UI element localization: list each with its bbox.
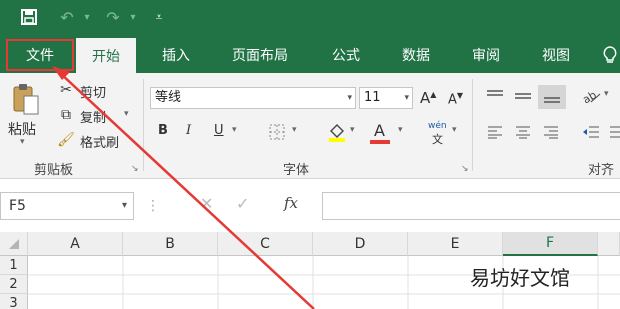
tab-page-layout[interactable]: 页面布局 (218, 37, 302, 73)
font-name-select[interactable]: 等线 ▾ (150, 87, 356, 109)
fill-color-dropdown-icon[interactable]: ▾ (350, 125, 355, 135)
fill-color-icon[interactable] (326, 121, 348, 143)
group-separator (143, 79, 144, 171)
tab-data[interactable]: 数据 (386, 37, 446, 73)
underline-button[interactable]: U (214, 123, 224, 138)
tab-formulas[interactable]: 公式 (316, 37, 376, 73)
bold-button[interactable]: B (158, 123, 168, 138)
increase-font-size-label: A (420, 89, 431, 107)
column-header-overflow[interactable] (598, 232, 620, 256)
decrease-font-size-label: A (448, 92, 457, 108)
font-size-dropdown-icon: ▾ (404, 93, 409, 103)
paste-dropdown-icon[interactable]: ▾ (20, 137, 25, 147)
alignment-group-label: 对齐 (588, 163, 615, 178)
name-box[interactable]: F5 ▾ (0, 192, 134, 220)
clipboard-group-label: 剪贴板 (34, 163, 74, 178)
tab-view[interactable]: 视图 (526, 37, 586, 73)
phonetic-guide-top[interactable]: wén (428, 121, 447, 131)
title-bar: ↶ ▾ ↷ ▾ ⩡ (0, 0, 620, 37)
italic-button[interactable]: I (186, 123, 191, 138)
name-box-dropdown-icon: ▾ (121, 200, 127, 211)
redo-dropdown-icon[interactable]: ▾ (126, 4, 140, 30)
decrease-indent-icon[interactable] (580, 123, 602, 141)
increase-indent-icon[interactable] (604, 123, 620, 141)
format-painter-button-label[interactable]: 格式刷 (80, 132, 119, 151)
borders-icon[interactable] (268, 123, 286, 141)
insert-function-button[interactable]: fx (284, 194, 298, 212)
paste-button-label[interactable]: 粘贴 (8, 119, 36, 139)
formula-bar-resize-handle[interactable]: ⋮ (146, 198, 160, 214)
row-header-3[interactable]: 3 (0, 294, 28, 309)
undo-dropdown-icon[interactable]: ▾ (80, 4, 94, 30)
customize-quick-access-icon[interactable]: ⩡ (150, 4, 168, 30)
redo-icon[interactable]: ↷ (100, 4, 126, 30)
decrease-font-caret-icon: ▼ (456, 91, 464, 100)
ribbon-tabs: 文件 开始 插入 页面布局 公式 数据 审阅 视图 (0, 37, 620, 73)
paste-icon[interactable] (8, 81, 44, 119)
font-name-dropdown-icon: ▾ (347, 93, 352, 103)
align-left-icon[interactable] (484, 123, 506, 141)
format-painter-icon[interactable]: 🖌 (56, 131, 76, 149)
font-size-value: 11 (364, 90, 381, 105)
font-color-button[interactable]: A (374, 121, 385, 140)
font-color-dropdown-icon[interactable]: ▾ (398, 125, 403, 135)
column-header-b[interactable]: B (123, 232, 218, 256)
font-color-swatch (370, 140, 390, 144)
cut-icon[interactable]: ✂ (56, 81, 76, 99)
formula-bar: F5 ▾ ⋮ ✕ ✓ fx (0, 180, 620, 232)
copy-dropdown-icon[interactable]: ▾ (124, 109, 129, 119)
font-size-select[interactable]: 11 ▾ (359, 87, 413, 109)
orientation-icon[interactable]: ab (580, 87, 602, 105)
cancel-icon[interactable]: ✕ (200, 194, 213, 213)
copy-icon[interactable]: ⧉ (56, 106, 76, 124)
align-middle-icon[interactable] (512, 87, 534, 105)
save-icon[interactable] (14, 4, 44, 30)
column-header-d[interactable]: D (313, 232, 408, 256)
align-right-icon[interactable] (540, 123, 562, 141)
tab-home[interactable]: 开始 (76, 38, 136, 73)
tab-review[interactable]: 审阅 (456, 37, 516, 73)
name-box-value: F5 (9, 198, 26, 214)
phonetic-dropdown-icon[interactable]: ▾ (452, 125, 457, 135)
font-name-value: 等线 (155, 90, 182, 105)
orientation-dropdown-icon[interactable]: ▾ (604, 89, 609, 99)
undo-icon[interactable]: ↶ (54, 4, 80, 30)
group-separator (472, 79, 473, 171)
copy-button-label[interactable]: 复制 (80, 107, 106, 126)
align-top-icon[interactable] (484, 87, 506, 105)
cut-button-label[interactable]: 剪切 (80, 82, 106, 101)
row-header-1[interactable]: 1 (0, 256, 28, 275)
align-bottom-icon[interactable] (538, 85, 566, 109)
increase-font-size-button[interactable]: A▲ (420, 89, 436, 107)
watermark-text: 易坊好文馆 (470, 266, 570, 290)
phonetic-guide-bottom[interactable]: 文 (432, 131, 443, 147)
formula-input[interactable] (322, 192, 620, 220)
column-header-f[interactable]: F (503, 232, 598, 256)
column-header-c[interactable]: C (218, 232, 313, 256)
borders-dropdown-icon[interactable]: ▾ (292, 125, 297, 135)
decrease-font-size-button[interactable]: A▼ (448, 91, 463, 107)
ribbon-home: 粘贴 ▾ ✂ 剪切 ⧉ 复制 ▾ 🖌 格式刷 剪贴板 ↘ 等线 ▾ 11 ▾ A▲ … (0, 73, 620, 179)
row-header-2[interactable]: 2 (0, 275, 28, 294)
increase-font-caret-icon: ▲ (430, 90, 437, 99)
column-header-e[interactable]: E (408, 232, 503, 256)
enter-icon[interactable]: ✓ (236, 194, 249, 213)
align-center-icon[interactable] (512, 123, 534, 141)
select-all-corner[interactable] (0, 232, 28, 256)
font-group-label: 字体 (283, 163, 310, 178)
font-dialog-launcher-icon[interactable]: ↘ (461, 164, 469, 174)
clipboard-dialog-launcher-icon[interactable]: ↘ (131, 164, 139, 174)
column-header-a[interactable]: A (28, 232, 123, 256)
file-tab-highlight-box (6, 39, 74, 71)
tell-me-lightbulb-icon[interactable] (600, 37, 620, 73)
underline-dropdown-icon[interactable]: ▾ (232, 125, 237, 135)
tab-insert[interactable]: 插入 (146, 37, 206, 73)
svg-text:ab: ab (581, 88, 599, 104)
